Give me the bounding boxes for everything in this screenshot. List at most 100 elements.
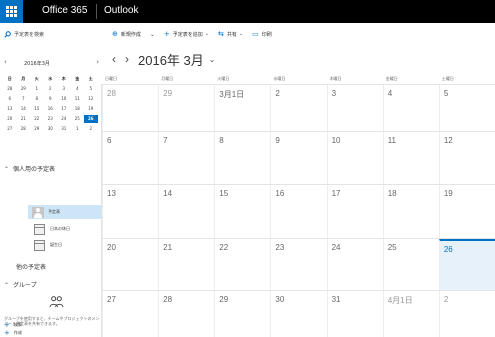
mini-prev-month-button[interactable]: ‹ [4, 58, 7, 66]
mini-calendar-day[interactable]: 29 [30, 125, 44, 133]
mini-calendar-day[interactable]: 14 [17, 105, 31, 113]
mini-calendar-day[interactable]: 28 [17, 125, 31, 133]
mini-calendar-day[interactable]: 1 [71, 125, 85, 133]
create-link[interactable]: + 作成 [4, 329, 22, 336]
calendar-day-cell[interactable]: 2 [438, 291, 495, 337]
groups-header[interactable]: ⌃ グループ [4, 280, 37, 289]
calendar-day-cell[interactable]: 27 [102, 291, 158, 337]
day-number: 29 [219, 295, 229, 304]
mini-calendar-today[interactable]: 26 [84, 115, 98, 123]
mini-calendar-day[interactable]: 2 [84, 125, 98, 133]
calendar-day-cell[interactable]: 24 [326, 239, 383, 290]
calendar-day-cell[interactable]: 28 [158, 291, 214, 337]
calendar-day-cell[interactable]: 21 [158, 239, 214, 290]
mini-calendar-day[interactable]: 25 [71, 115, 85, 123]
chevron-down-icon[interactable]: ⌄ [209, 55, 216, 64]
calendar-day-cell[interactable]: 19 [438, 185, 495, 238]
mini-calendar-day[interactable]: 24 [57, 115, 71, 123]
calendar-day-cell[interactable]: 2 [270, 85, 326, 131]
mini-calendar-day[interactable]: 7 [17, 95, 31, 103]
mini-calendar-day[interactable]: 31 [57, 125, 71, 133]
mini-calendar-day[interactable]: 18 [71, 105, 85, 113]
discover-link[interactable]: + 検索 [4, 321, 22, 328]
prev-month-button[interactable]: ‹ [112, 52, 116, 66]
calendar-day-cell[interactable]: 3月1日 [214, 85, 270, 131]
calendar-day-cell[interactable]: 25 [382, 239, 439, 290]
calendar-day-cell[interactable]: 30 [270, 291, 326, 337]
calendar-day-cell[interactable]: 16 [270, 185, 326, 238]
day-number: 27 [107, 295, 116, 304]
calendar-day-cell[interactable]: 7 [158, 132, 214, 184]
calendar-day-cell[interactable]: 3 [326, 85, 383, 131]
mini-calendar-day[interactable]: 1 [30, 85, 44, 93]
calendar-day-cell[interactable]: 13 [102, 185, 158, 238]
mini-calendar-day[interactable]: 20 [3, 115, 17, 123]
calendar-day-cell[interactable]: 6 [102, 132, 158, 184]
suite-app-name[interactable]: Office 365 [42, 5, 87, 16]
calendar-day-cell[interactable]: 5 [438, 85, 495, 131]
mini-weekday: 日 [7, 76, 12, 81]
calendar-day-cell[interactable]: 8 [214, 132, 270, 184]
mini-calendar-day[interactable]: 6 [3, 95, 17, 103]
calendar-day-cell[interactable]: 4月1日 [382, 291, 439, 337]
mini-calendar-month[interactable]: 2016年3月 [24, 60, 50, 67]
mini-calendar-day[interactable]: 3 [57, 85, 71, 93]
search-box[interactable]: 予定表を検索 [4, 29, 44, 39]
calendar-item-japan-holidays[interactable]: 日本の休日 [30, 222, 101, 236]
app-launcher-button[interactable] [0, 0, 23, 23]
mini-calendar-day[interactable]: 19 [84, 105, 98, 113]
mini-calendar-week: 13 14 15 16 17 18 19 [3, 104, 98, 114]
mini-next-month-button[interactable]: › [96, 58, 99, 66]
mini-calendar-day[interactable]: 11 [71, 95, 85, 103]
day-number: 20 [107, 243, 116, 252]
mini-calendar-day[interactable]: 30 [44, 125, 58, 133]
mini-calendar-day[interactable]: 4 [71, 85, 85, 93]
day-number: 21 [163, 243, 173, 252]
calendar-day-cell[interactable]: 10 [326, 132, 383, 184]
calendar-day-cell[interactable]: 29 [214, 291, 270, 337]
add-calendar-button[interactable]: + 予定表を追加 ⌄ [164, 30, 209, 38]
calendar-day-cell[interactable]: 11 [382, 132, 439, 184]
calendar-day-cell[interactable]: 28 [102, 85, 158, 131]
mini-calendar-day[interactable]: 28 [3, 85, 17, 93]
calendar-day-cell[interactable]: 22 [214, 239, 270, 290]
calendar-day-cell[interactable]: 29 [158, 85, 214, 131]
main-month-label[interactable]: 2016年 3月 [138, 50, 204, 69]
next-month-button[interactable]: › [125, 52, 129, 66]
mini-calendar-day[interactable]: 27 [3, 125, 17, 133]
calendar-day-cell[interactable]: 17 [326, 185, 383, 238]
new-dropdown-button[interactable]: ⌄ [150, 31, 158, 38]
calendar-day-cell[interactable]: 20 [102, 239, 158, 290]
calendar-day-cell[interactable]: 31 [326, 291, 383, 337]
mini-calendar-day[interactable]: 5 [84, 85, 98, 93]
calendar-day-cell[interactable]: 18 [382, 185, 439, 238]
my-calendars-header[interactable]: ⌃ 個人用の予定表 [4, 164, 55, 173]
mini-calendar-day[interactable]: 15 [30, 105, 44, 113]
mini-calendar-day[interactable]: 17 [57, 105, 71, 113]
calendar-day-cell[interactable]: 23 [270, 239, 326, 290]
mini-calendar-day[interactable]: 8 [30, 95, 44, 103]
calendar-day-cell[interactable]: 14 [158, 185, 214, 238]
mini-calendar-day[interactable]: 16 [44, 105, 58, 113]
share-button[interactable]: ⇆ 共有 ⌄ [218, 30, 243, 38]
calendar-item-birthdays[interactable]: 誕生日 [30, 238, 101, 252]
calendar-day-cell[interactable]: 15 [214, 185, 270, 238]
print-button[interactable]: ▭ 印刷 [252, 30, 272, 38]
calendar-day-cell[interactable]: 12 [438, 132, 495, 184]
mini-calendar-day[interactable]: 21 [17, 115, 31, 123]
mini-calendar-day[interactable]: 29 [17, 85, 31, 93]
mini-calendar-day[interactable]: 2 [44, 85, 58, 93]
mini-calendar-day[interactable]: 23 [44, 115, 58, 123]
calendar-day-today[interactable]: 26 [438, 239, 495, 290]
mini-calendar-day[interactable]: 10 [57, 95, 71, 103]
mini-calendar-day[interactable]: 9 [44, 95, 58, 103]
mini-calendar-day[interactable]: 12 [84, 95, 98, 103]
calendar-day-cell[interactable]: 9 [270, 132, 326, 184]
other-calendars-header[interactable]: 他の予定表 [16, 262, 46, 271]
suite-app-title[interactable]: Outlook [104, 5, 138, 16]
calendar-day-cell[interactable]: 4 [382, 85, 439, 131]
mini-calendar-day[interactable]: 22 [30, 115, 44, 123]
week-row: 28 29 3月1日 2 3 4 5 [102, 84, 495, 131]
new-event-button[interactable]: ⊕ 新規作成 [112, 30, 141, 38]
mini-calendar-day[interactable]: 13 [3, 105, 17, 113]
